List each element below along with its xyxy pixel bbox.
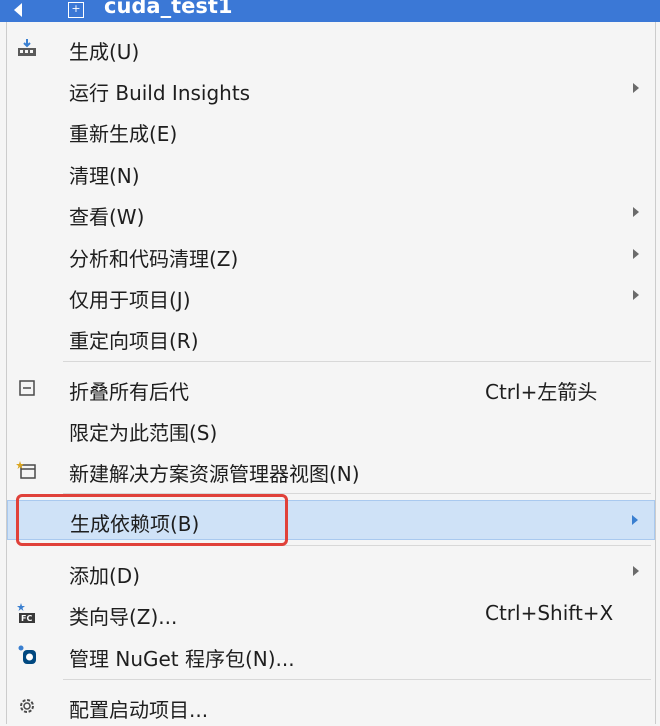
menu-item-clean[interactable]: 清理(N) (7, 152, 655, 192)
menu-item-retarget-project[interactable]: 重定向项目(R) (7, 317, 655, 357)
new-view-icon (15, 459, 39, 481)
class-wizard-icon: FC (15, 602, 39, 624)
annotation-highlight-box (16, 494, 288, 546)
menu-item-run-build-insights[interactable]: 运行 Build Insights (7, 69, 655, 109)
menu-item-label: 清理(N) (69, 164, 140, 188)
menu-item-collapse-all-descendants[interactable]: 折叠所有后代 Ctrl+左箭头 (7, 368, 655, 408)
nuget-icon (15, 644, 39, 666)
submenu-arrow-icon (633, 249, 639, 259)
solution-explorer-selected-project-row[interactable]: + cuda_test1 (0, 0, 660, 22)
menu-item-shortcut: Ctrl+Shift+X (485, 601, 614, 625)
menu-item-label: 生成(U) (69, 40, 140, 64)
menu-item-label: 类向导(Z)... (69, 605, 178, 629)
menu-item-add[interactable]: 添加(D) (7, 552, 655, 592)
menu-item-label: 配置启动项目... (69, 698, 209, 722)
menu-item-project-only[interactable]: 仅用于项目(J) (7, 276, 655, 316)
menu-item-label: 管理 NuGet 程序包(N)... (69, 647, 295, 671)
project-name: cuda_test1 (104, 0, 233, 18)
menu-item-label: 查看(W) (69, 205, 145, 229)
collapse-icon (15, 377, 39, 399)
gear-icon (15, 695, 39, 717)
menu-item-label: 运行 Build Insights (69, 81, 251, 105)
menu-item-label: 折叠所有后代 (69, 380, 189, 404)
menu-item-label: 重新生成(E) (69, 122, 178, 146)
menu-item-label: 限定为此范围(S) (69, 421, 218, 445)
menu-item-analyze-code-cleanup[interactable]: 分析和代码清理(Z) (7, 235, 655, 275)
submenu-arrow-icon (632, 515, 638, 525)
submenu-arrow-icon (633, 83, 639, 93)
menu-item-label: 添加(D) (69, 564, 141, 588)
menu-item-label: 仅用于项目(J) (69, 288, 191, 312)
menu-item-class-wizard[interactable]: FC 类向导(Z)... Ctrl+Shift+X (7, 593, 655, 633)
menu-separator (63, 361, 651, 362)
collapse-arrow-icon[interactable] (14, 3, 22, 17)
menu-item-manage-nuget-packages[interactable]: 管理 NuGet 程序包(N)... (7, 635, 655, 675)
menu-item-scope-to-this[interactable]: 限定为此范围(S) (7, 409, 655, 449)
menu-item-configure-startup-projects[interactable]: 配置启动项目... (7, 686, 655, 726)
menu-item-view[interactable]: 查看(W) (7, 193, 655, 233)
menu-item-new-solution-explorer-view[interactable]: 新建解决方案资源管理器视图(N) (7, 450, 655, 490)
submenu-arrow-icon (633, 207, 639, 217)
project-plus-icon: + (68, 2, 84, 18)
submenu-arrow-icon (633, 290, 639, 300)
menu-separator (63, 679, 651, 680)
menu-item-label: 新建解决方案资源管理器视图(N) (69, 462, 360, 486)
menu-item-build[interactable]: 生成(U) (7, 28, 655, 68)
context-menu: 生成(U) 运行 Build Insights 重新生成(E) 清理(N) 查看… (6, 22, 656, 724)
menu-item-label: 重定向项目(R) (69, 329, 199, 353)
menu-item-shortcut: Ctrl+左箭头 (485, 380, 598, 404)
build-icon (15, 37, 39, 59)
menu-item-label: 分析和代码清理(Z) (69, 247, 239, 271)
svg-text:FC: FC (21, 614, 32, 623)
menu-item-rebuild[interactable]: 重新生成(E) (7, 110, 655, 150)
submenu-arrow-icon (633, 566, 639, 576)
